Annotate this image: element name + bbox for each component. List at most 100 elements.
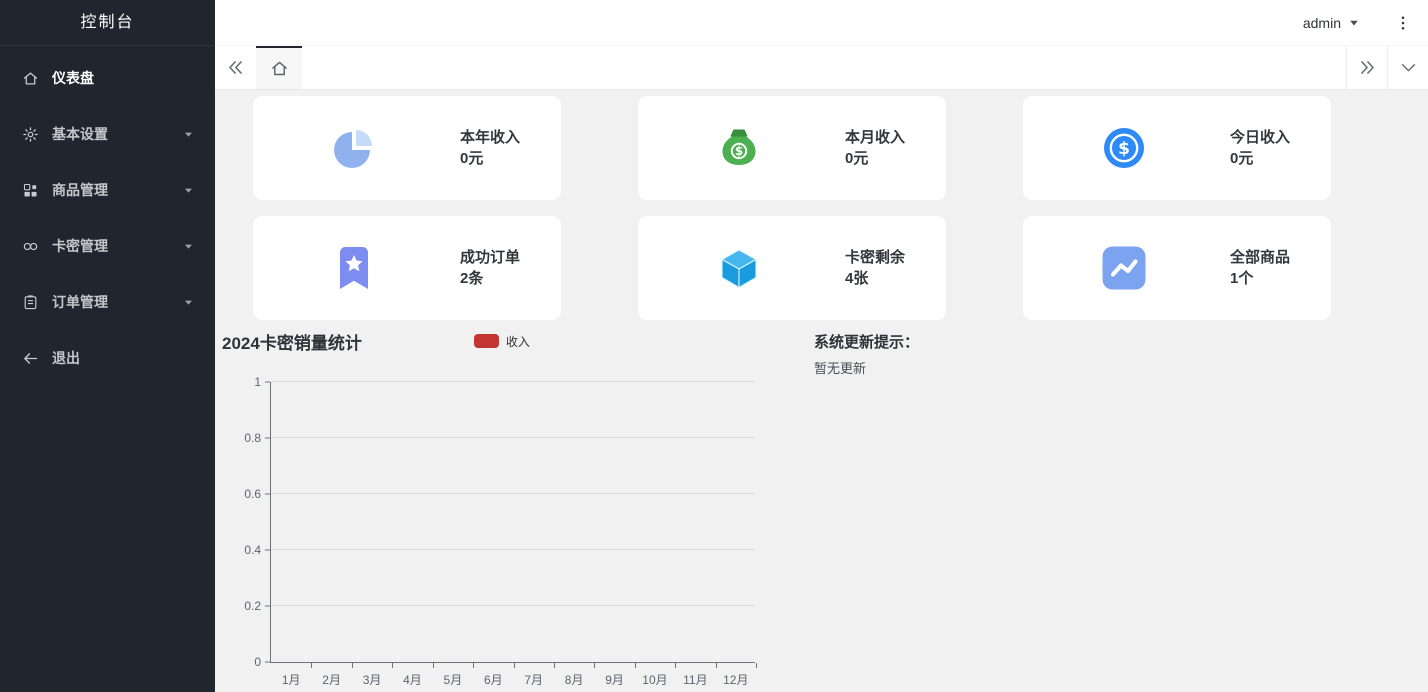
sidebar-item[interactable]: 仪表盘	[0, 50, 215, 106]
kebab-menu-icon[interactable]	[1394, 14, 1412, 32]
topbar-right: admin	[1141, 13, 1428, 33]
x-axis-tick-label: 6月	[484, 671, 503, 688]
stat-card-text: 全部商品 1个	[1230, 247, 1290, 289]
update-panel-content: 暂无更新	[814, 358, 919, 377]
stat-card-value: 0元	[1230, 148, 1290, 169]
stat-card: 成功订单 2条	[253, 216, 561, 320]
y-axis-tick-label: 0.8	[244, 431, 261, 445]
chevron-down-icon	[182, 184, 195, 197]
chart-legend-item[interactable]: 收入	[474, 333, 530, 350]
chart-header: 2024卡密销量统计 收入	[222, 329, 792, 353]
x-axis-tick	[433, 663, 434, 668]
sidebar-item[interactable]: 商品管理	[0, 162, 215, 218]
x-axis-tick-label: 4月	[403, 671, 422, 688]
x-axis-tick-label: 11月	[683, 671, 707, 688]
y-axis-tick	[265, 382, 270, 383]
caret-down-icon	[1348, 17, 1360, 29]
sidebar-item[interactable]: 订单管理	[0, 274, 215, 330]
chevron-down-icon	[1399, 58, 1418, 77]
stat-card-title: 今日收入	[1230, 127, 1290, 148]
x-axis-tick	[473, 663, 474, 668]
stat-card-text: 卡密剩余 4张	[845, 247, 905, 289]
stat-card-value: 0元	[460, 148, 520, 169]
x-axis-tick	[635, 663, 636, 668]
sidebar-item-label: 订单管理	[52, 292, 182, 312]
chart-gridline	[271, 437, 755, 438]
cube-icon	[715, 244, 763, 292]
tabs-menu-button[interactable]	[1387, 46, 1428, 89]
stat-card-value: 2条	[460, 268, 520, 289]
x-axis-tick-label: 12月	[723, 671, 748, 688]
arrow-left-icon	[22, 350, 39, 367]
x-axis-tick-label: 8月	[565, 671, 584, 688]
update-panel: 系统更新提示： 暂无更新	[792, 329, 919, 689]
stat-cards-grid: 本年收入 0元 $ 本月收入 0元 $ 今日收入 0元	[215, 96, 1370, 320]
stat-card-title: 本年收入	[460, 127, 520, 148]
chart-section: 2024卡密销量统计 收入 0 0.2 0.4 0.6 0.8 1 1月 2月 3月 4月 5月 6…	[222, 329, 792, 689]
chart-trend-icon	[1100, 244, 1148, 292]
x-axis-tick	[311, 663, 312, 668]
chevron-down-icon	[182, 296, 195, 309]
y-axis-tick-label: 0.4	[244, 543, 261, 557]
star-bookmark-icon	[330, 244, 378, 292]
chart-gridline	[271, 493, 755, 494]
tabs-scroll-left-button[interactable]	[215, 46, 256, 89]
x-axis-tick	[392, 663, 393, 668]
x-axis-tick-label: 5月	[444, 671, 463, 688]
sidebar-item[interactable]: 退出	[0, 330, 215, 386]
stat-card: $ 本月收入 0元	[638, 96, 946, 200]
sidebar-item-label: 卡密管理	[52, 236, 182, 256]
y-axis-tick-label: 0.6	[244, 487, 261, 501]
chart-title: 2024卡密销量统计	[222, 329, 362, 354]
sidebar-item[interactable]: 卡密管理	[0, 218, 215, 274]
topbar: admin	[215, 0, 1428, 46]
x-axis-tick-label: 9月	[605, 671, 624, 688]
gear-icon	[22, 126, 39, 143]
x-axis-tick-label: 3月	[363, 671, 382, 688]
chart-xlabels: 1月 2月 3月 4月 5月 6月 7月 8月 9月 10月 11月 12月	[271, 663, 756, 689]
y-axis-tick-label: 0.2	[244, 599, 261, 613]
stat-card-value: 4张	[845, 268, 905, 289]
tabbar-spacer	[302, 46, 1346, 89]
x-axis-tick	[675, 663, 676, 668]
svg-text:$: $	[1118, 139, 1130, 159]
stat-card-value: 1个	[1230, 268, 1290, 289]
x-axis-tick	[716, 663, 717, 668]
tabs-scroll-right-button[interactable]	[1346, 46, 1387, 89]
topbar-left	[215, 13, 377, 33]
chart-gridline	[271, 549, 755, 550]
stat-card-text: 本年收入 0元	[460, 127, 520, 169]
stat-card-title: 全部商品	[1230, 247, 1290, 268]
user-menu[interactable]: admin	[1303, 15, 1360, 31]
y-axis-tick	[265, 606, 270, 607]
x-axis-tick	[554, 663, 555, 668]
sidebar-item-label: 商品管理	[52, 180, 182, 200]
x-axis-tick	[594, 663, 595, 668]
sidebar-item-label: 基本设置	[52, 124, 182, 144]
chart-plot-wrap: 00.20.40.60.81 1月2月3月4月5月6月7月8月9月10月11月1…	[222, 382, 792, 689]
stat-card-text: 今日收入 0元	[1230, 127, 1290, 169]
tab-home[interactable]	[256, 46, 302, 89]
svg-text:$: $	[735, 144, 743, 158]
pie-chart-icon	[330, 124, 378, 172]
sidebar-item-label: 退出	[52, 348, 182, 368]
stat-card: $ 今日收入 0元	[1023, 96, 1331, 200]
legend-swatch	[474, 334, 499, 348]
y-axis-tick	[265, 550, 270, 551]
app-root: 控制台 仪表盘 基本设置 商品管理 卡密管理	[0, 0, 1428, 692]
x-axis-tick-label: 1月	[282, 671, 301, 688]
y-axis-tick-label: 0	[254, 655, 261, 669]
x-axis-tick	[514, 663, 515, 668]
chevron-down-icon	[182, 240, 195, 253]
y-axis-tick-label: 1	[254, 375, 261, 389]
sidebar-item[interactable]: 基本设置	[0, 106, 215, 162]
chevrons-right-icon	[1358, 58, 1377, 77]
y-axis-tick	[265, 494, 270, 495]
x-axis-tick	[352, 663, 353, 668]
x-axis-tick-label: 2月	[322, 671, 341, 688]
stat-card-title: 卡密剩余	[845, 247, 905, 268]
x-axis-tick-label: 7月	[524, 671, 543, 688]
x-axis-tick-label: 10月	[642, 671, 667, 688]
stat-card: 卡密剩余 4张	[638, 216, 946, 320]
stat-card: 全部商品 1个	[1023, 216, 1331, 320]
